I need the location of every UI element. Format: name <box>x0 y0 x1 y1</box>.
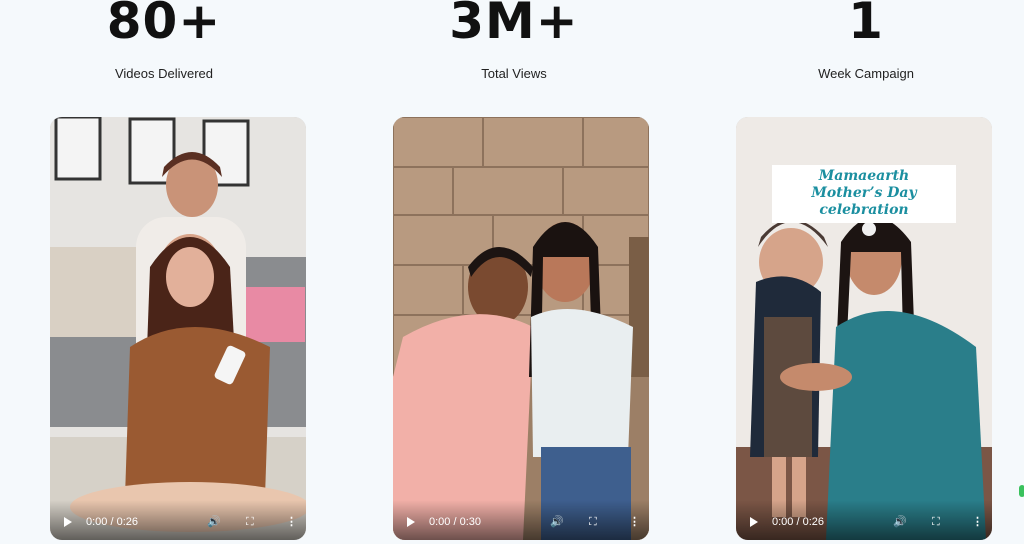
video-frame <box>50 117 306 540</box>
video-overlay-title: Mamaearth Mother’s Day celebration <box>772 165 956 223</box>
fullscreen-icon[interactable]: ⛶ <box>246 516 254 528</box>
stat-label: Week Campaign <box>818 66 914 81</box>
play-icon[interactable] <box>407 517 415 527</box>
overlay-brand: Mamaearth <box>818 168 910 184</box>
video-controls: 0:00 / 0:26 🔊 ⛶ ⋮ <box>50 500 306 540</box>
video-controls: 0:00 / 0:30 🔊 ⛶ ⋮ <box>393 500 649 540</box>
stat-videos-delivered: 80+ Videos Delivered <box>34 0 294 81</box>
fullscreen-icon[interactable]: ⛶ <box>589 516 597 528</box>
video-player-3[interactable]: Mamaearth Mother’s Day celebration 0:00 … <box>736 117 992 540</box>
stat-label: Videos Delivered <box>114 66 214 81</box>
video-time: 0:00 / 0:26 <box>86 516 138 528</box>
stat-number: 1 <box>848 0 884 50</box>
volume-icon[interactable]: 🔊 <box>893 516 907 528</box>
video-frame <box>393 117 649 540</box>
stat-week-campaign: 1 Week Campaign <box>736 0 996 81</box>
video-controls: 0:00 / 0:26 🔊 ⛶ ⋮ <box>736 500 992 540</box>
volume-icon[interactable]: 🔊 <box>207 516 221 528</box>
video-time: 0:00 / 0:26 <box>772 516 824 528</box>
stat-number: 80+ <box>106 0 222 50</box>
more-options-icon[interactable]: ⋮ <box>629 516 640 528</box>
volume-icon[interactable]: 🔊 <box>550 516 564 528</box>
stat-label: Total Views <box>481 66 547 81</box>
more-options-icon[interactable]: ⋮ <box>286 516 297 528</box>
overlay-caption: Mother’s Day celebration <box>811 185 917 218</box>
stat-number: 3M+ <box>449 0 579 50</box>
play-icon[interactable] <box>64 517 72 527</box>
scroll-indicator <box>1019 485 1024 497</box>
video-player-2[interactable]: 0:00 / 0:30 🔊 ⛶ ⋮ <box>393 117 649 540</box>
stat-total-views: 3M+ Total Views <box>384 0 644 81</box>
play-icon[interactable] <box>750 517 758 527</box>
video-time: 0:00 / 0:30 <box>429 516 481 528</box>
video-player-1[interactable]: 0:00 / 0:26 🔊 ⛶ ⋮ <box>50 117 306 540</box>
more-options-icon[interactable]: ⋮ <box>972 516 983 528</box>
fullscreen-icon[interactable]: ⛶ <box>932 516 940 528</box>
